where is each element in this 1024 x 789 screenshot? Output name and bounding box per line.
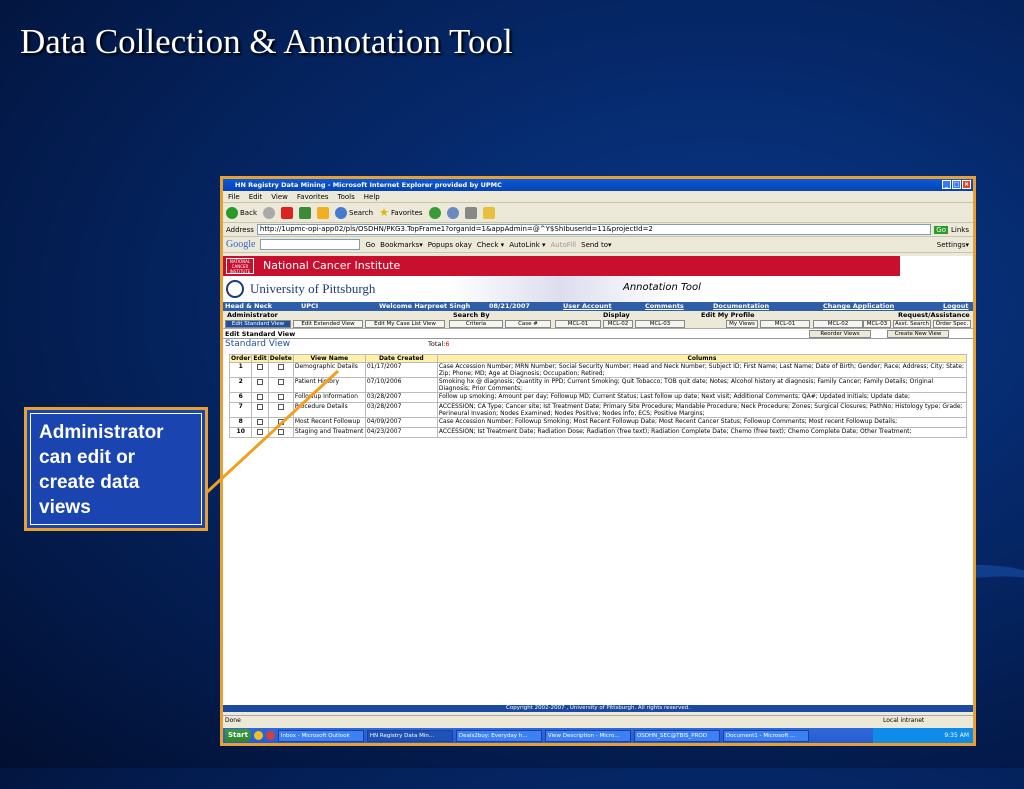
callout-line: [203, 369, 340, 496]
callout-connector: [203, 369, 340, 496]
callout-box: Administrator can edit or create data vi…: [24, 407, 208, 531]
